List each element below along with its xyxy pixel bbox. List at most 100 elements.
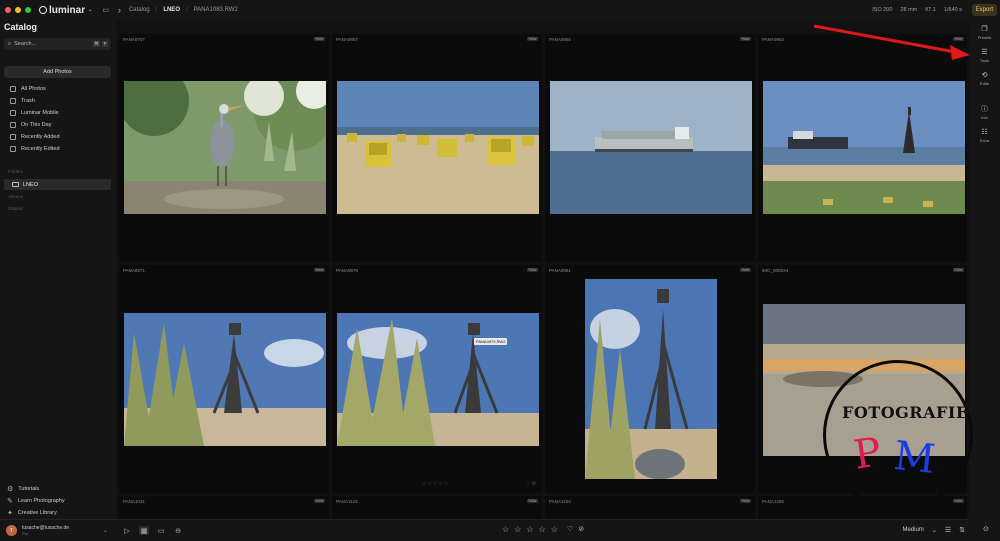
sidebar-item-label: All Photos [21,86,46,92]
sidebar-item-label: Learn Photography [17,498,65,504]
section-shared[interactable]: Shared [8,206,23,211]
stamp-letter-m: M [891,432,938,484]
account-email: tusache@tusache.de [22,524,70,531]
export-button[interactable]: Export [971,4,997,16]
photo-tile[interactable]: PANA1031 RAW [119,496,329,519]
sort-icon[interactable]: ⇅ [959,526,965,534]
compare-icon[interactable]: ⊖ [173,526,183,535]
star-icon[interactable]: ☆ [514,525,521,534]
sidebar-item-all-photos[interactable]: All Photos [10,83,110,95]
settings-icon[interactable]: ⊙ [983,525,989,533]
search-input[interactable]: ⌕ Search... ⌘ F [4,38,111,50]
app-logo[interactable]: luminar ⌄ [39,5,92,16]
close-window-button[interactable] [5,7,11,13]
slideshow-icon[interactable]: ▷ [122,526,132,535]
breadcrumb: Catalog / LNEO / PANA1083.RW2 [129,7,238,13]
photo-thumbnail-beachchairs[interactable] [337,81,539,214]
photo-tile[interactable]: PANA0981 RAW [545,265,755,493]
sidebar-item-recently-added[interactable]: Recently Added [10,131,110,143]
right-tool-panel: ❐ Presets ☰ Tools ⟲ Edits ⓘ Info ☷ Extra [969,20,1000,541]
meta-focal-length: 28 mm [900,7,918,13]
star-icon[interactable]: ☆ [539,525,546,534]
sidebar-item-label: Trash [21,98,35,104]
star-icon[interactable]: ☆ [551,525,558,534]
breadcrumb-folder[interactable]: LNEO [163,7,180,13]
sidebar-item-tutorials[interactable]: ⚙ Tutorials [7,483,111,495]
tab-tools[interactable]: ☰ Tools [969,49,1000,63]
photo-thumbnail-heron[interactable] [124,81,326,214]
reject-icon[interactable]: ⊘ [578,525,584,533]
section-albums[interactable]: Albums [8,194,23,199]
flag-icons[interactable]: ♡ ⊘ [526,481,536,487]
raw-badge: RAW [313,499,325,503]
favorite-icon[interactable]: ♡ [567,525,573,533]
photo-filename: PANA0981 [549,268,571,273]
add-photos-button[interactable]: Add Photos [4,66,111,78]
sidebar-item-on-this-day[interactable]: On This Day [10,119,110,131]
raw-badge: RAW [526,499,538,503]
photo-tile[interactable]: PANA0979 RAW PANA0979.RW2 ☆☆☆☆☆ ♡ ⊘ [332,265,542,493]
tab-label: Presets [977,35,992,40]
photo-tile[interactable]: PANA1153 RAW [545,496,755,519]
sidebar-item-learn-photography[interactable]: ✎ Learn Photography [7,495,111,507]
sidebar-item-luminar-mobile[interactable]: Luminar Mobile [10,107,110,119]
photo-tile[interactable]: PANA0971 RAW [119,265,329,493]
sidebar-toggle-icon[interactable]: ▭ [102,6,109,14]
photo-filename: PANA0707 [123,37,145,42]
section-folders[interactable]: Folders [8,169,23,174]
raw-badge: RAW [313,37,325,41]
sidebar-item-label: Creative Library [17,510,57,516]
tab-presets[interactable]: ❐ Presets [969,26,1000,40]
edit-icon [10,146,16,152]
account-plan: Pro [22,530,29,536]
photo-thumbnail-tower-portrait[interactable] [585,279,717,479]
photo-thumbnail-ship[interactable] [550,81,752,214]
library-icon: ✦ [7,510,13,517]
raw-badge: RAW [952,499,964,503]
tools-icon: ☰ [981,49,988,56]
chevron-down-icon: ⌄ [931,527,937,534]
single-view-icon[interactable]: ▭ [156,526,166,535]
edits-icon: ⟲ [981,72,988,79]
account-menu[interactable]: T tusache@tusache.de Pro ⌄ [0,519,116,541]
avatar: T [6,525,17,536]
sidebar-item-trash[interactable]: Trash [10,95,110,107]
photo-filename: PANA0979 [336,268,358,273]
tab-edits[interactable]: ⟲ Edits [969,72,1000,86]
breadcrumb-catalog[interactable]: Catalog [129,7,150,13]
minimize-window-button[interactable] [15,7,21,13]
top-bar: luminar ⌄ ▭ › Catalog / LNEO / PANA1083.… [0,0,1000,20]
bottom-toolbar: ▷ ▦ ▭ ⊖ ☆ ☆ ☆ ☆ ☆ ♡ ⊘ Medium ⌄ ☰ ⇅ [116,519,969,541]
tab-info[interactable]: ⓘ Info [969,106,1000,120]
breadcrumb-file: PANA1083.RW2 [193,7,238,13]
window-controls [5,7,31,13]
sidebar-item-creative-library[interactable]: ✦ Creative Library [7,507,111,519]
rating-stars: ☆ ☆ ☆ ☆ ☆ [502,525,558,534]
star-icon[interactable]: ☆ [502,525,509,534]
thumbnail-size-select[interactable]: Medium [902,527,923,533]
photo-tile[interactable]: PANA1124 RAW [332,496,542,519]
raw-badge: RAW [952,268,964,272]
photo-tile[interactable]: PANA0903 RAW [758,34,967,262]
forward-arrow-icon[interactable]: › [118,5,121,15]
photo-tile[interactable]: PANA0957 RAW [332,34,542,262]
star-icon[interactable]: ☆ [526,525,533,534]
photo-thumbnail-tower-ship[interactable] [763,81,965,214]
rating-stars[interactable]: ☆☆☆☆☆ [422,481,449,487]
raw-badge: RAW [739,499,751,503]
sidebar-item-folder-lneo[interactable]: LNEO [4,179,111,190]
zoom-window-button[interactable] [25,7,31,13]
search-placeholder: Search... [14,41,37,47]
stamp-text: FOTOGRAFIE [842,403,969,422]
photo-thumbnail-tower-grass2[interactable] [337,313,539,446]
photo-tile[interactable]: PANA0866 RAW [545,34,755,262]
photo-tile[interactable]: PANA0707 RAW [119,34,329,262]
raw-badge: RAW [526,268,538,272]
photo-thumbnail-tower-grass[interactable] [124,313,326,446]
sidebar-item-recently-edited[interactable]: Recently Edited [10,143,110,155]
grid-view-icon[interactable]: ▦ [139,526,149,535]
tab-extra[interactable]: ☷ Extra [969,129,1000,143]
filter-icon[interactable]: ☰ [945,526,951,534]
trash-icon [10,98,16,104]
thumbnail-size-controls: Medium ⌄ ☰ ⇅ [902,526,965,534]
